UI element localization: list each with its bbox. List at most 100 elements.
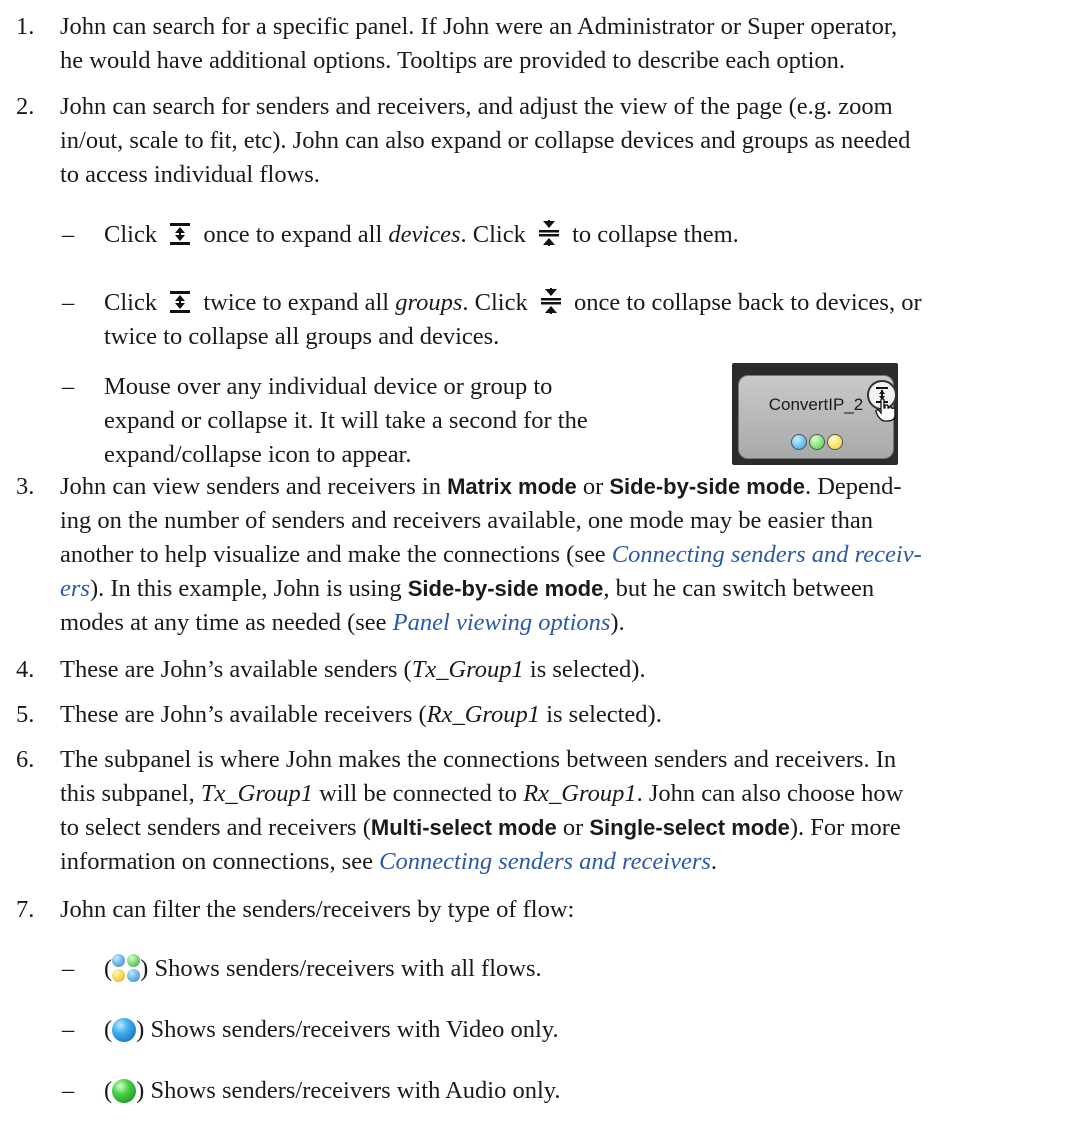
all-flows-icon: [112, 954, 141, 982]
bullet-dash: –: [62, 1016, 75, 1043]
text-run: modes at any time as needed (see: [60, 609, 393, 636]
text-run: ). In this example, John is using: [89, 575, 408, 602]
text-line: John can filter the senders/receivers by…: [60, 896, 575, 923]
collapse-all-icon: [538, 220, 559, 246]
link-connecting-senders-receivers[interactable]: Connecting senders and receivers: [379, 848, 711, 875]
data-dot-icon: [827, 434, 843, 450]
collapse-all-icon: [540, 288, 561, 314]
text-line: this subpanel, Tx_Group1 will be connect…: [60, 777, 1054, 811]
text-line: Mouse over any individual device or grou…: [104, 373, 553, 400]
document-page: 1. John can search for a specific panel.…: [0, 0, 1072, 1129]
item-number: 4.: [16, 656, 35, 683]
item-number: 6.: [16, 746, 35, 773]
bullet-text: Click twice to expand all groups. Click: [104, 286, 1054, 354]
text-line: John can view senders and receivers in M…: [60, 470, 1054, 504]
bullet-text: Click once to expand all devices. Click …: [104, 218, 1054, 252]
text-run: . John can also choose how: [636, 780, 904, 807]
link-connecting-senders-receivers[interactable]: Connecting senders and receiv-: [612, 541, 922, 568]
item-number: 1.: [16, 13, 35, 40]
text-run: John can view senders and receivers in: [60, 473, 448, 500]
text-emphasis: Rx_Group1: [523, 780, 637, 807]
text-line: modes at any time as needed (see Panel v…: [60, 606, 1054, 640]
text-run: Shows senders/receivers with Video only.: [144, 1016, 559, 1043]
item-number: 5.: [16, 701, 35, 728]
text-run: will be connected to: [312, 780, 524, 807]
text-line: he would have additional options. Toolti…: [60, 47, 846, 74]
text-run: to select senders and receivers (: [60, 814, 371, 841]
bullet-text: () Shows senders/receivers with Video on…: [104, 1013, 1054, 1047]
text-run: is selected).: [540, 701, 662, 728]
text-emphasis: Tx_Group1: [200, 780, 313, 807]
text-emphasis: groups: [395, 289, 463, 316]
audio-dot-icon: [809, 434, 825, 450]
item-text: John can filter the senders/receivers by…: [60, 893, 1054, 927]
text-run: once to expand all: [203, 221, 389, 248]
bullet-dash: –: [62, 289, 75, 316]
text-line: ers). In this example, John is using Sid…: [60, 572, 1054, 606]
bullet-dash: –: [62, 955, 75, 982]
text-run: is selected).: [523, 656, 646, 683]
text-line: ing on the number of senders and receive…: [60, 507, 873, 534]
text-line: to select senders and receivers (Multi-s…: [60, 811, 1054, 845]
item-text: The subpanel is where John makes the con…: [60, 743, 1054, 879]
text-run: Shows senders/receivers with all flows.: [148, 955, 542, 982]
ui-term-matrix-mode: Matrix mode: [447, 474, 577, 499]
text-line: information on connections, see Connecti…: [60, 845, 1054, 879]
item-number: 3.: [16, 473, 35, 500]
pointer-hand-icon: [875, 398, 896, 422]
paren-open: (: [104, 1016, 113, 1043]
ui-term-single-select-mode: Single-select mode: [589, 815, 790, 840]
text-emphasis: Rx_Group1: [426, 701, 541, 728]
device-card: ConvertIP_2: [738, 375, 897, 460]
text-run: twice to expand all: [203, 289, 396, 316]
text-run: Shows senders/receivers with Audio only.: [144, 1077, 561, 1104]
text-run: another to help visualize and make the c…: [60, 541, 612, 568]
text-run: ). For more: [789, 814, 901, 841]
text-run: or: [576, 473, 610, 500]
text-run: These are John’s available senders (: [60, 656, 412, 683]
item-text: John can search for senders and receiver…: [60, 90, 1054, 192]
expand-all-icon: [170, 223, 191, 245]
text-run: . Click: [462, 289, 528, 316]
text-run: to collapse them.: [572, 221, 739, 248]
ui-term-multi-select-mode: Multi-select mode: [370, 815, 557, 840]
text-run: ).: [610, 609, 625, 636]
ui-term-side-by-side-mode: Side-by-side mode: [609, 474, 805, 499]
bullet-text: () Shows senders/receivers with Audio on…: [104, 1074, 1054, 1108]
bullet-text: Mouse over any individual device or grou…: [104, 370, 1054, 472]
device-flow-dots: [791, 426, 845, 460]
text-line: to access individual flows.: [60, 161, 320, 188]
item-text: These are John’s available receivers (Rx…: [60, 698, 1054, 732]
text-run: . Click: [460, 221, 526, 248]
text-run: .: [710, 848, 718, 875]
text-line: expand or collapse it. It will take a se…: [104, 407, 588, 434]
bullet-dash: –: [62, 221, 75, 248]
bullet-text: () Shows senders/receivers with all flow…: [104, 952, 1054, 986]
text-line: twice to collapse all groups and devices…: [104, 323, 500, 350]
paren-open: (: [104, 955, 113, 982]
paren-open: (: [104, 1077, 113, 1104]
text-run: information on connections, see: [60, 848, 380, 875]
text-run: Click: [104, 289, 158, 316]
text-line: John can search for senders and receiver…: [60, 93, 893, 120]
video-dot-icon: [791, 434, 807, 450]
ui-term-side-by-side-mode: Side-by-side mode: [407, 576, 604, 601]
text-run: this subpanel,: [60, 780, 201, 807]
link-panel-viewing-options[interactable]: Panel viewing options: [393, 609, 611, 636]
item-number: 2.: [16, 93, 35, 120]
item-number: 7.: [16, 896, 35, 923]
text-emphasis: devices: [388, 221, 461, 248]
link-connecting-senders-receivers[interactable]: ers: [60, 575, 90, 602]
device-thumbnail-image: ConvertIP_2: [732, 363, 898, 465]
audio-flow-icon: [112, 1079, 137, 1103]
video-flow-icon: [112, 1018, 137, 1042]
text-line: expand/collapse icon to appear.: [104, 441, 412, 468]
item-text: John can search for a specific panel. If…: [60, 10, 1054, 78]
item-text: These are John’s available senders (Tx_G…: [60, 653, 1054, 687]
text-line: The subpanel is where John makes the con…: [60, 746, 897, 773]
text-run: . Depend-: [804, 473, 902, 500]
text-run: or: [556, 814, 590, 841]
text-run: once to collapse back to devices, or: [573, 289, 922, 316]
item-text: John can view senders and receivers in M…: [60, 470, 1054, 640]
text-line: another to help visualize and make the c…: [60, 538, 1054, 572]
